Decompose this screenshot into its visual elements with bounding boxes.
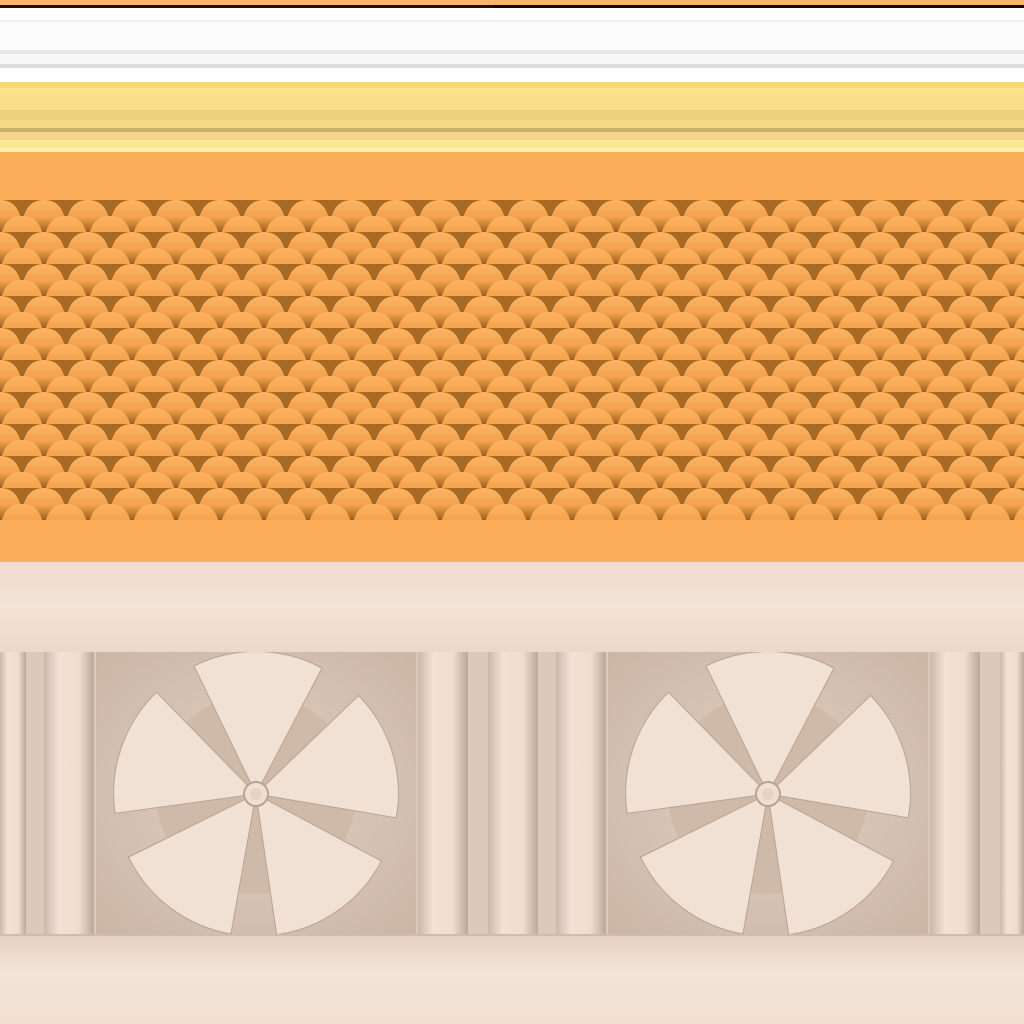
column-group-left	[0, 652, 94, 934]
yellow-molding	[0, 82, 1024, 152]
top-strip	[0, 0, 1024, 10]
column-group-right	[930, 652, 1024, 934]
scale-pattern-band	[0, 152, 1024, 562]
frieze-lower-band	[0, 934, 1024, 1024]
frieze-upper-band	[0, 562, 1024, 654]
scale-pattern	[0, 200, 1024, 520]
top-dark-line	[494, 5, 1024, 8]
texture-sheet	[0, 0, 1024, 1024]
frieze-panels	[0, 652, 1024, 934]
white-molding	[0, 10, 1024, 82]
column-group-middle	[418, 652, 606, 934]
stone-frieze	[0, 562, 1024, 1024]
